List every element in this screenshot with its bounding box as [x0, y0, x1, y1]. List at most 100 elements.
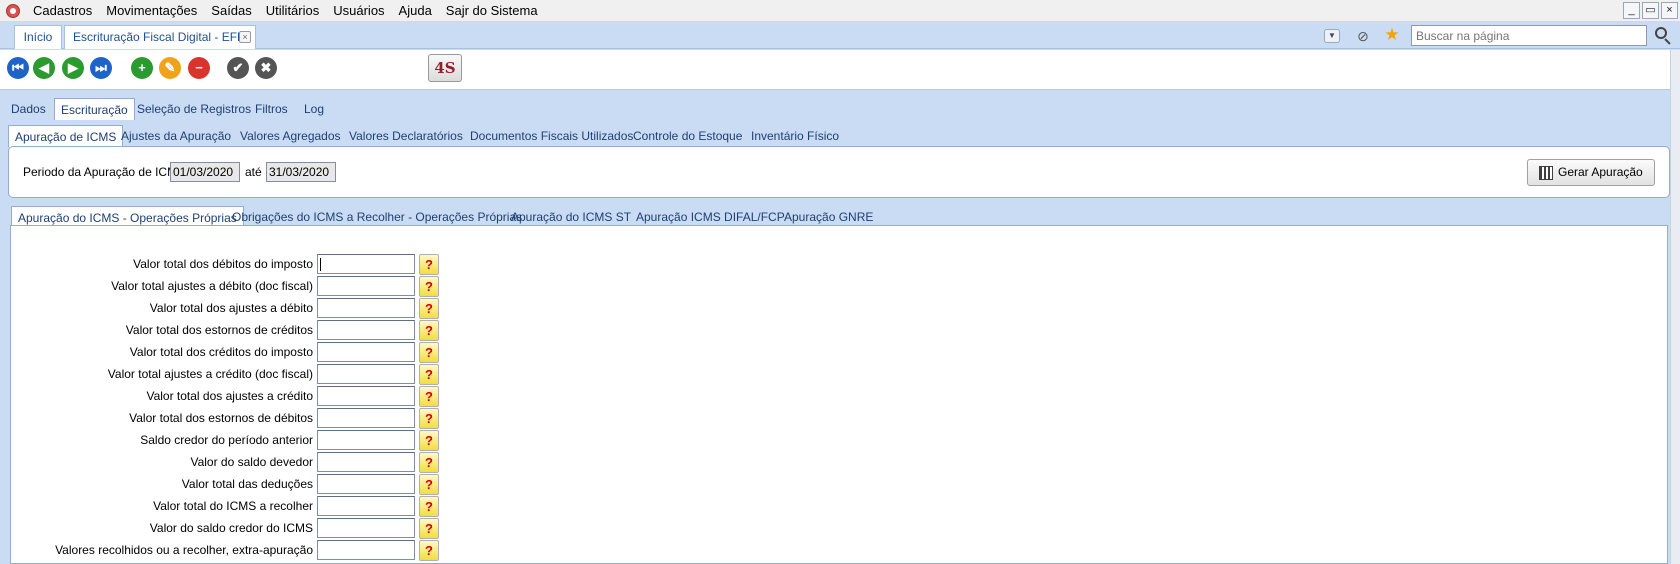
- help-icon[interactable]: ?: [419, 452, 439, 473]
- tab-valores-agregados[interactable]: Valores Agregados: [234, 125, 347, 147]
- generate-apuracao-button[interactable]: Gerar Apuração: [1527, 159, 1655, 186]
- valor-creditos-imposto-input[interactable]: [317, 342, 415, 362]
- close-tab-icon[interactable]: ×: [239, 31, 251, 43]
- help-icon[interactable]: ?: [419, 430, 439, 451]
- field-label: Valores recolhidos ou a recolher, extra-…: [55, 543, 313, 557]
- tab-controle-do-estoque[interactable]: Controle do Estoque: [627, 125, 748, 147]
- add-button[interactable]: +: [131, 57, 153, 79]
- toolbar: ⏮ ◀ ▶ ⏭ + ✎ − ✔ ✖ 4S: [0, 50, 1676, 90]
- period-until-label: até: [245, 165, 262, 179]
- confirm-button[interactable]: ✔: [227, 57, 249, 79]
- help-icon[interactable]: ?: [419, 342, 439, 363]
- valor-icms-a-recolher-input[interactable]: [317, 496, 415, 516]
- form-row: Valor do saldo credor do ICMS ?: [11, 518, 451, 540]
- form-row: Valor total dos débitos do imposto ?: [11, 254, 451, 276]
- help-icon[interactable]: ?: [419, 540, 439, 561]
- help-icon[interactable]: ?: [419, 254, 439, 275]
- help-icon[interactable]: ?: [419, 320, 439, 341]
- previous-record-button[interactable]: ◀: [33, 57, 55, 79]
- form-row: Valor total ajustes a crédito (doc fisca…: [11, 364, 451, 386]
- field-label: Valor total do ICMS a recolher: [153, 499, 313, 513]
- tab-log[interactable]: Log: [298, 98, 330, 120]
- field-label: Valor total ajustes a crédito (doc fisca…: [107, 367, 313, 381]
- field-label: Saldo credor do período anterior: [140, 433, 313, 447]
- search-icon[interactable]: [1653, 26, 1673, 46]
- tab-efd[interactable]: Escrituração Fiscal Digital - EFD ×: [64, 25, 256, 49]
- main-tab-bar: Dados Escrituração Seleção de Registros …: [0, 96, 1670, 120]
- delete-button[interactable]: −: [188, 57, 210, 79]
- close-window-button[interactable]: ×: [1661, 2, 1678, 19]
- field-label: Valor total dos estornos de débitos: [129, 411, 313, 425]
- tab-documentos-fiscais-utilizados[interactable]: Documentos Fiscais Utilizados: [464, 125, 639, 147]
- period-end-field[interactable]: 31/03/2020: [266, 162, 336, 182]
- last-record-button[interactable]: ⏭: [90, 57, 112, 79]
- tab-valores-declaratorios[interactable]: Valores Declaratórios: [343, 125, 469, 147]
- field-label: Valor total ajustes a débito (doc fiscal…: [111, 279, 313, 293]
- help-icon[interactable]: ?: [419, 298, 439, 319]
- menu-cadastros[interactable]: Cadastros: [26, 0, 99, 22]
- form-row: Valor total dos estornos de créditos ?: [11, 320, 451, 342]
- valor-ajustes-credito-doc-input[interactable]: [317, 364, 415, 384]
- menu-saidas[interactable]: Saídas: [204, 0, 258, 22]
- valor-estornos-debitos-input[interactable]: [317, 408, 415, 428]
- valor-ajustes-debito-input[interactable]: [317, 298, 415, 318]
- help-icon[interactable]: ?: [419, 408, 439, 429]
- window-controls: _ ▭ ×: [1623, 2, 1678, 19]
- favorite-star-icon[interactable]: ★: [1382, 25, 1402, 45]
- menu-sair[interactable]: Sajr do Sistema: [439, 0, 545, 22]
- minimize-button[interactable]: _: [1623, 2, 1640, 19]
- restore-button[interactable]: ▭: [1642, 2, 1659, 19]
- vertical-scrollbar[interactable]: [1670, 50, 1680, 564]
- tab-escrituracao[interactable]: Escrituração: [54, 98, 135, 120]
- form-row: Valores recolhidos ou a recolher, extra-…: [11, 540, 451, 562]
- tab-inventario-fisico[interactable]: Inventário Físico: [745, 125, 845, 147]
- menu-utilitarios[interactable]: Utilitários: [259, 0, 326, 22]
- period-panel: Periodo da Apuração de ICMS 01/03/2020 a…: [8, 146, 1670, 198]
- first-record-button[interactable]: ⏮: [7, 57, 29, 79]
- tab-dados[interactable]: Dados: [5, 98, 52, 120]
- form-row: Valor total dos ajustes a débito ?: [11, 298, 451, 320]
- tab-apuracao-de-icms[interactable]: Apuração de ICMS: [8, 125, 124, 147]
- form-row: Valor total dos créditos do imposto ?: [11, 342, 451, 364]
- period-start-field[interactable]: 01/03/2020: [170, 162, 240, 182]
- valor-saldo-devedor-input[interactable]: [317, 452, 415, 472]
- help-icon[interactable]: ?: [419, 518, 439, 539]
- tab-ajustes-da-apuracao[interactable]: Ajustes da Apuração: [115, 125, 237, 147]
- menu-usuarios[interactable]: Usuários: [326, 0, 391, 22]
- valor-total-deducoes-input[interactable]: [317, 474, 415, 494]
- field-label: Valor total dos ajustes a débito: [149, 301, 313, 315]
- field-label: Valor do saldo credor do ICMS: [149, 521, 313, 535]
- form-row: Valor total das deduções ?: [11, 474, 451, 496]
- saldo-credor-anterior-input[interactable]: [317, 430, 415, 450]
- edit-button[interactable]: ✎: [159, 57, 181, 79]
- form-row: Valor total dos estornos de débitos ?: [11, 408, 451, 430]
- document-tab-strip: Início Escrituração Fiscal Digital - EFD…: [0, 22, 1680, 49]
- field-label: Valor do saldo devedor: [190, 455, 313, 469]
- valor-ajustes-credito-input[interactable]: [317, 386, 415, 406]
- tab-selecao-de-registros[interactable]: Seleção de Registros: [131, 98, 257, 120]
- help-icon[interactable]: ?: [419, 364, 439, 385]
- valores-extra-apuracao-input[interactable]: [317, 540, 415, 560]
- menu-movimentacoes[interactable]: Movimentações: [99, 0, 204, 22]
- unpin-icon[interactable]: ⊘: [1353, 26, 1373, 46]
- valor-ajustes-debito-doc-input[interactable]: [317, 276, 415, 296]
- valor-estornos-creditos-input[interactable]: [317, 320, 415, 340]
- company-logo-button[interactable]: 4S: [428, 54, 462, 82]
- menu-ajuda[interactable]: Ajuda: [392, 0, 439, 22]
- help-icon[interactable]: ?: [419, 474, 439, 495]
- app-logo-icon[interactable]: [6, 3, 20, 18]
- cancel-button[interactable]: ✖: [255, 57, 277, 79]
- help-icon[interactable]: ?: [419, 496, 439, 517]
- apuracao-form: Valor total dos débitos do imposto ? Val…: [10, 225, 1668, 564]
- valor-total-debitos-input[interactable]: [317, 254, 415, 274]
- search-input[interactable]: [1411, 25, 1647, 46]
- tab-filtros[interactable]: Filtros: [249, 98, 294, 120]
- form-row: Valor total ajustes a débito (doc fiscal…: [11, 276, 451, 298]
- tab-inicio[interactable]: Início: [14, 25, 62, 49]
- valor-saldo-credor-icms-input[interactable]: [317, 518, 415, 538]
- help-icon[interactable]: ?: [419, 276, 439, 297]
- chevron-down-icon[interactable]: ▼: [1324, 29, 1340, 43]
- help-icon[interactable]: ?: [419, 386, 439, 407]
- next-record-button[interactable]: ▶: [62, 57, 84, 79]
- form-row: Valor total do ICMS a recolher ?: [11, 496, 451, 518]
